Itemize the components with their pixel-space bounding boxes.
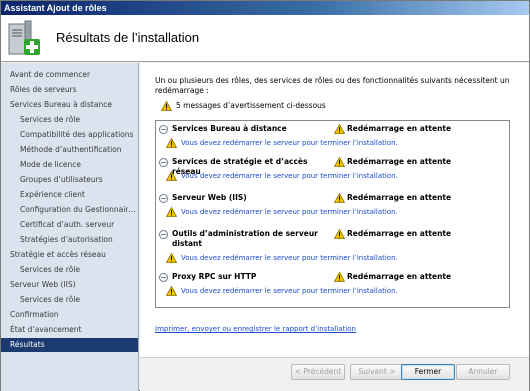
sidebar-item[interactable]: Expérience client	[1, 188, 138, 202]
warning-icon	[165, 206, 178, 219]
collapse-icon[interactable]: −	[159, 194, 168, 203]
sidebar-item[interactable]: Serveur Web (IIS)	[1, 278, 138, 292]
warning-icon	[333, 192, 346, 205]
warning-icon	[165, 170, 178, 183]
result-status: Redémarrage en attente	[347, 193, 452, 202]
sidebar-item[interactable]: Services de rôle	[1, 263, 138, 277]
wizard-header: Résultats de l’installation	[1, 15, 529, 62]
sidebar-item[interactable]: Mode de licence	[1, 158, 138, 172]
sidebar-item[interactable]: Avant de commencer	[1, 68, 138, 82]
sidebar-item[interactable]: Méthode d’authentification	[1, 143, 138, 157]
warning-icon	[333, 228, 346, 241]
result-status: Redémarrage en attente	[347, 229, 452, 238]
sidebar-item[interactable]: Services de rôle	[1, 293, 138, 307]
warning-icon	[165, 137, 178, 150]
sidebar-item[interactable]: Services de rôle	[1, 113, 138, 127]
sidebar-item[interactable]: Rôles de serveurs	[1, 83, 138, 97]
close-button[interactable]: Fermer	[401, 364, 455, 380]
results-panel: Un ou plusieurs des rôles, des services …	[140, 63, 529, 357]
result-message-link[interactable]: Vous devez redémarrer le serveur pour te…	[181, 171, 398, 181]
sidebar-item[interactable]: Configuration du Gestionnaire ...	[1, 203, 138, 217]
warning-icon	[333, 156, 346, 169]
result-message-link[interactable]: Vous devez redémarrer le serveur pour te…	[181, 138, 398, 148]
result-status: Redémarrage en attente	[347, 124, 452, 133]
result-header: − Services de stratégie et d’accès réseau…	[156, 156, 509, 176]
collapse-icon[interactable]: −	[159, 158, 168, 167]
result-status: Redémarrage en attente	[347, 157, 452, 166]
result-message-link[interactable]: Vous devez redémarrer le serveur pour te…	[181, 207, 398, 217]
warning-icon	[165, 285, 178, 298]
sidebar-item[interactable]: Stratégies d’autorisation	[1, 233, 138, 247]
sidebar-item[interactable]: État d’avancement	[1, 323, 138, 337]
result-header: − Services Bureau à distance Redémarrage e…	[156, 123, 509, 135]
sidebar-item[interactable]: Groupes d’utilisateurs	[1, 173, 138, 187]
sidebar-item[interactable]: Services Bureau à distance	[1, 98, 138, 112]
sidebar-item[interactable]: Compatibilité des applications	[1, 128, 138, 142]
cancel-button[interactable]: Annuler	[456, 364, 510, 380]
result-message-link[interactable]: Vous devez redémarrer le serveur pour te…	[181, 286, 398, 296]
warning-icon	[165, 252, 178, 265]
next-button[interactable]: Suivant >	[350, 364, 404, 380]
window-title: Assistant Ajout de rôles	[1, 1, 529, 15]
previous-button[interactable]: < Précédent	[291, 364, 345, 380]
result-name: Services Bureau à distance	[172, 124, 287, 133]
result-message-link[interactable]: Vous devez redémarrer le serveur pour te…	[181, 253, 398, 263]
result-header: − Proxy RPC sur HTTP Redémarrage en attent…	[156, 271, 509, 283]
sidebar-item[interactable]: Stratégie et accès réseau	[1, 248, 138, 262]
sidebar-item[interactable]: Résultats	[1, 338, 138, 352]
intro-text: Un ou plusieurs des rôles, des services …	[155, 76, 510, 95]
sidebar-item[interactable]: Confirmation	[1, 308, 138, 322]
wizard-footer: < Précédent Suivant > Fermer Annuler	[140, 357, 529, 391]
sidebar-item[interactable]: Certificat d’auth. serveur	[1, 218, 138, 232]
collapse-icon[interactable]: −	[159, 273, 168, 282]
page-title: Résultats de l’installation	[56, 30, 200, 45]
warning-icon	[333, 123, 346, 136]
results-list: − Services Bureau à distance Redémarrage e…	[155, 120, 510, 308]
wizard-steps-sidebar: Avant de commencer Rôles de serveurs Servi…	[1, 63, 139, 391]
result-name: Serveur Web (IIS)	[172, 193, 247, 202]
warning-summary-text: 5 messages d’avertissement ci-dessous	[176, 101, 326, 110]
warning-icon	[333, 271, 346, 284]
result-name: Outils d’administration de serveur dista…	[172, 229, 318, 248]
result-name: Proxy RPC sur HTTP	[172, 272, 257, 281]
server-add-icon	[7, 18, 43, 58]
warning-summary: 5 messages d’avertissement ci-dessous	[160, 100, 326, 114]
result-status: Redémarrage en attente	[347, 272, 452, 281]
collapse-icon[interactable]: −	[159, 230, 168, 239]
warning-icon	[160, 100, 173, 114]
result-header: − Serveur Web (IIS) Redémarrage en attente	[156, 192, 509, 204]
report-link[interactable]: Imprimer, envoyer ou enregistrer le rapp…	[155, 325, 356, 333]
collapse-icon[interactable]: −	[159, 125, 168, 134]
result-header: − Outils d’administration de serveur dist…	[156, 228, 509, 248]
wizard-window: Assistant Ajout de rôles Résultats de l’…	[0, 0, 530, 391]
